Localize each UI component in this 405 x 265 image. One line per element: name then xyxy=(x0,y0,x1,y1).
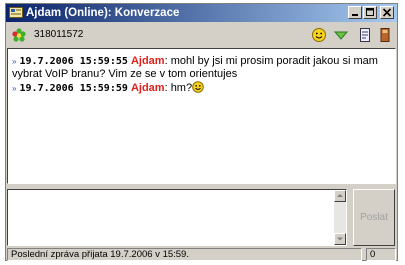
status-bar: Poslední zpráva přijata 19.7.2006 v 15:5… xyxy=(6,248,397,261)
contact-uin: 318011572 xyxy=(34,29,84,40)
smiley-icon[interactable] xyxy=(311,27,327,43)
incoming-arrow-icon: » xyxy=(12,84,17,93)
icq-flower-icon xyxy=(12,28,26,42)
contact-info-bar: 318011572 xyxy=(6,22,397,48)
message-nick: Ajdam xyxy=(130,55,165,67)
message-input[interactable] xyxy=(7,189,347,246)
minimize-button[interactable] xyxy=(348,6,362,19)
dropdown-triangle-icon[interactable] xyxy=(333,27,349,43)
chat-window-icon xyxy=(9,6,23,19)
maximize-button[interactable] xyxy=(363,6,377,19)
message-history[interactable]: » 19.7.2006 15:59:55 Ajdam: mohl by jsi … xyxy=(7,48,396,184)
send-button[interactable]: Poslat xyxy=(353,189,395,246)
message-timestamp: 19.7.2006 15:59:59 xyxy=(19,83,128,94)
title-bar[interactable]: Ajdam (Online): Konverzace xyxy=(6,4,397,22)
message-timestamp: 19.7.2006 15:59:55 xyxy=(19,56,128,67)
scroll-down-button[interactable] xyxy=(334,233,346,245)
smiley-emoticon-icon xyxy=(192,81,204,93)
input-scrollbar[interactable] xyxy=(334,190,346,245)
contact-info-icon[interactable] xyxy=(357,27,373,43)
message-text: : hm? xyxy=(164,82,193,94)
close-button[interactable] xyxy=(380,6,394,19)
window-title: Ajdam (Online): Konverzace xyxy=(26,7,180,19)
history-book-icon[interactable] xyxy=(377,27,393,43)
message-nick: Ajdam xyxy=(130,82,165,94)
message-item: » 19.7.2006 15:59:55 Ajdam: mohl by jsi … xyxy=(12,55,391,81)
status-text: Poslední zpráva přijata 19.7.2006 v 15:5… xyxy=(7,248,362,261)
chat-window: Ajdam (Online): Konverzace 318011572 » 1… xyxy=(5,3,398,261)
status-count: 0 xyxy=(366,248,396,261)
incoming-arrow-icon: » xyxy=(12,57,17,66)
message-item: » 19.7.2006 15:59:59 Ajdam: hm? xyxy=(12,81,391,95)
scroll-up-button[interactable] xyxy=(334,190,346,202)
